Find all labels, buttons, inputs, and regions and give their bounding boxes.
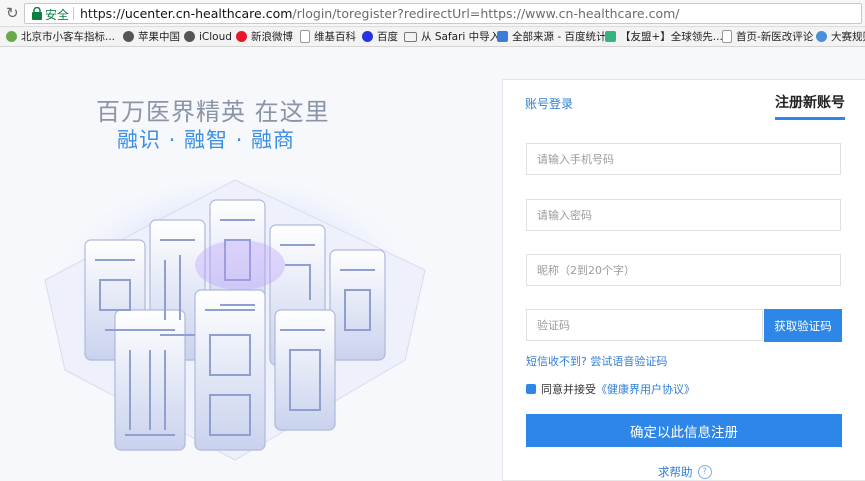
bookmark-label: 全部来源 - 百度统计	[512, 31, 607, 43]
bookmark-item[interactable]: iCloud	[184, 29, 232, 44]
page-icon	[722, 30, 732, 43]
nickname-field	[526, 254, 841, 286]
folder-icon	[404, 31, 417, 42]
bookmark-item[interactable]: 大赛规则	[816, 29, 865, 44]
divider	[73, 7, 74, 20]
password-field	[526, 199, 841, 231]
bookmark-label: 首页-新医改评论	[736, 31, 814, 43]
url-host: ucenter.cn-healthcare.com	[124, 6, 293, 21]
bookmark-label: 【友盟+】全球领先...	[620, 31, 723, 43]
address-bar[interactable]: 安全 https://ucenter.cn-healthcare.com/rlo…	[24, 3, 862, 24]
bookmark-item[interactable]: 首页-新医改评论	[722, 29, 813, 44]
code-field	[526, 309, 763, 341]
phone-field	[526, 143, 841, 175]
bookmark-label: iCloud	[199, 30, 232, 43]
password-input[interactable]	[527, 200, 840, 230]
url-scheme: https://	[80, 6, 125, 21]
url-path: /rlogin/toregister?redirectUrl=https://w…	[292, 6, 680, 21]
bookmark-label: 北京市小客车指标...	[21, 31, 116, 43]
bookmark-item[interactable]: 【友盟+】全球领先...	[605, 29, 723, 44]
agreement-row: 同意并接受 《健康界用户协议》	[526, 381, 695, 397]
chart-icon	[497, 31, 508, 42]
globe-icon	[816, 31, 827, 42]
page-icon	[300, 30, 310, 43]
hero-title: 百万医界精英 在这里	[96, 98, 330, 126]
bookmark-item[interactable]: 新浪微博	[236, 29, 293, 44]
submit-register-button[interactable]: 确定以此信息注册	[526, 414, 842, 447]
bookmark-label: 苹果中国	[138, 31, 180, 43]
get-code-button[interactable]: 获取验证码	[764, 309, 842, 342]
bookmark-item[interactable]: 百度	[362, 29, 398, 44]
apple-icon	[184, 31, 195, 42]
help-link[interactable]: 求帮助 ?	[658, 464, 712, 480]
bookmarks-bar: 北京市小客车指标... 苹果中国 iCloud 新浪微博 维基百科 百度 从 S…	[0, 27, 865, 47]
phone-input[interactable]	[527, 144, 840, 174]
url-text[interactable]: https://ucenter.cn-healthcare.com/rlogin…	[80, 6, 680, 21]
bookmark-label: 维基百科	[314, 31, 356, 43]
bookmark-item[interactable]: 全部来源 - 百度统计	[497, 29, 606, 44]
bookmark-label: 从 Safari 中导入	[421, 31, 501, 43]
register-card: 账号登录 注册新账号 获取验证码 短信收不到? 尝试语音验证码 同意并接受 《健…	[502, 79, 865, 481]
hero-subtitle: 融识 · 融智 · 融商	[117, 128, 296, 152]
bookmark-item[interactable]: 从 Safari 中导入	[404, 29, 500, 44]
nickname-input[interactable]	[527, 255, 840, 285]
browser-toolbar: ↻ 安全 https://ucenter.cn-healthcare.com/r…	[0, 0, 865, 27]
agree-text: 同意并接受	[541, 383, 596, 396]
help-label: 求帮助	[658, 465, 693, 479]
umeng-icon	[605, 31, 616, 42]
bookmark-item[interactable]: 维基百科	[300, 29, 356, 44]
globe-icon	[6, 31, 17, 42]
secure-label: 安全	[45, 8, 70, 22]
agree-checkbox[interactable]	[526, 384, 536, 394]
baidu-icon	[362, 31, 373, 42]
bookmark-item[interactable]: 北京市小客车指标...	[6, 29, 115, 44]
voice-code-link[interactable]: 短信收不到? 尝试语音验证码	[526, 353, 667, 369]
weibo-icon	[236, 31, 247, 42]
verification-code-input[interactable]	[527, 310, 762, 340]
bookmark-label: 大赛规则	[831, 31, 865, 43]
reload-icon[interactable]: ↻	[6, 4, 19, 22]
agreement-link[interactable]: 《健康界用户协议》	[596, 381, 695, 397]
bookmark-item[interactable]: 苹果中国	[123, 29, 180, 44]
bookmark-label: 百度	[377, 31, 398, 43]
lock-icon	[32, 7, 42, 20]
tab-register[interactable]: 注册新账号	[775, 92, 845, 112]
bookmark-label: 新浪微博	[251, 31, 293, 43]
hero-illustration	[44, 179, 426, 461]
active-tab-indicator	[775, 117, 845, 120]
tab-login[interactable]: 账号登录	[525, 95, 573, 112]
apple-icon	[123, 31, 134, 42]
question-icon: ?	[697, 465, 712, 479]
